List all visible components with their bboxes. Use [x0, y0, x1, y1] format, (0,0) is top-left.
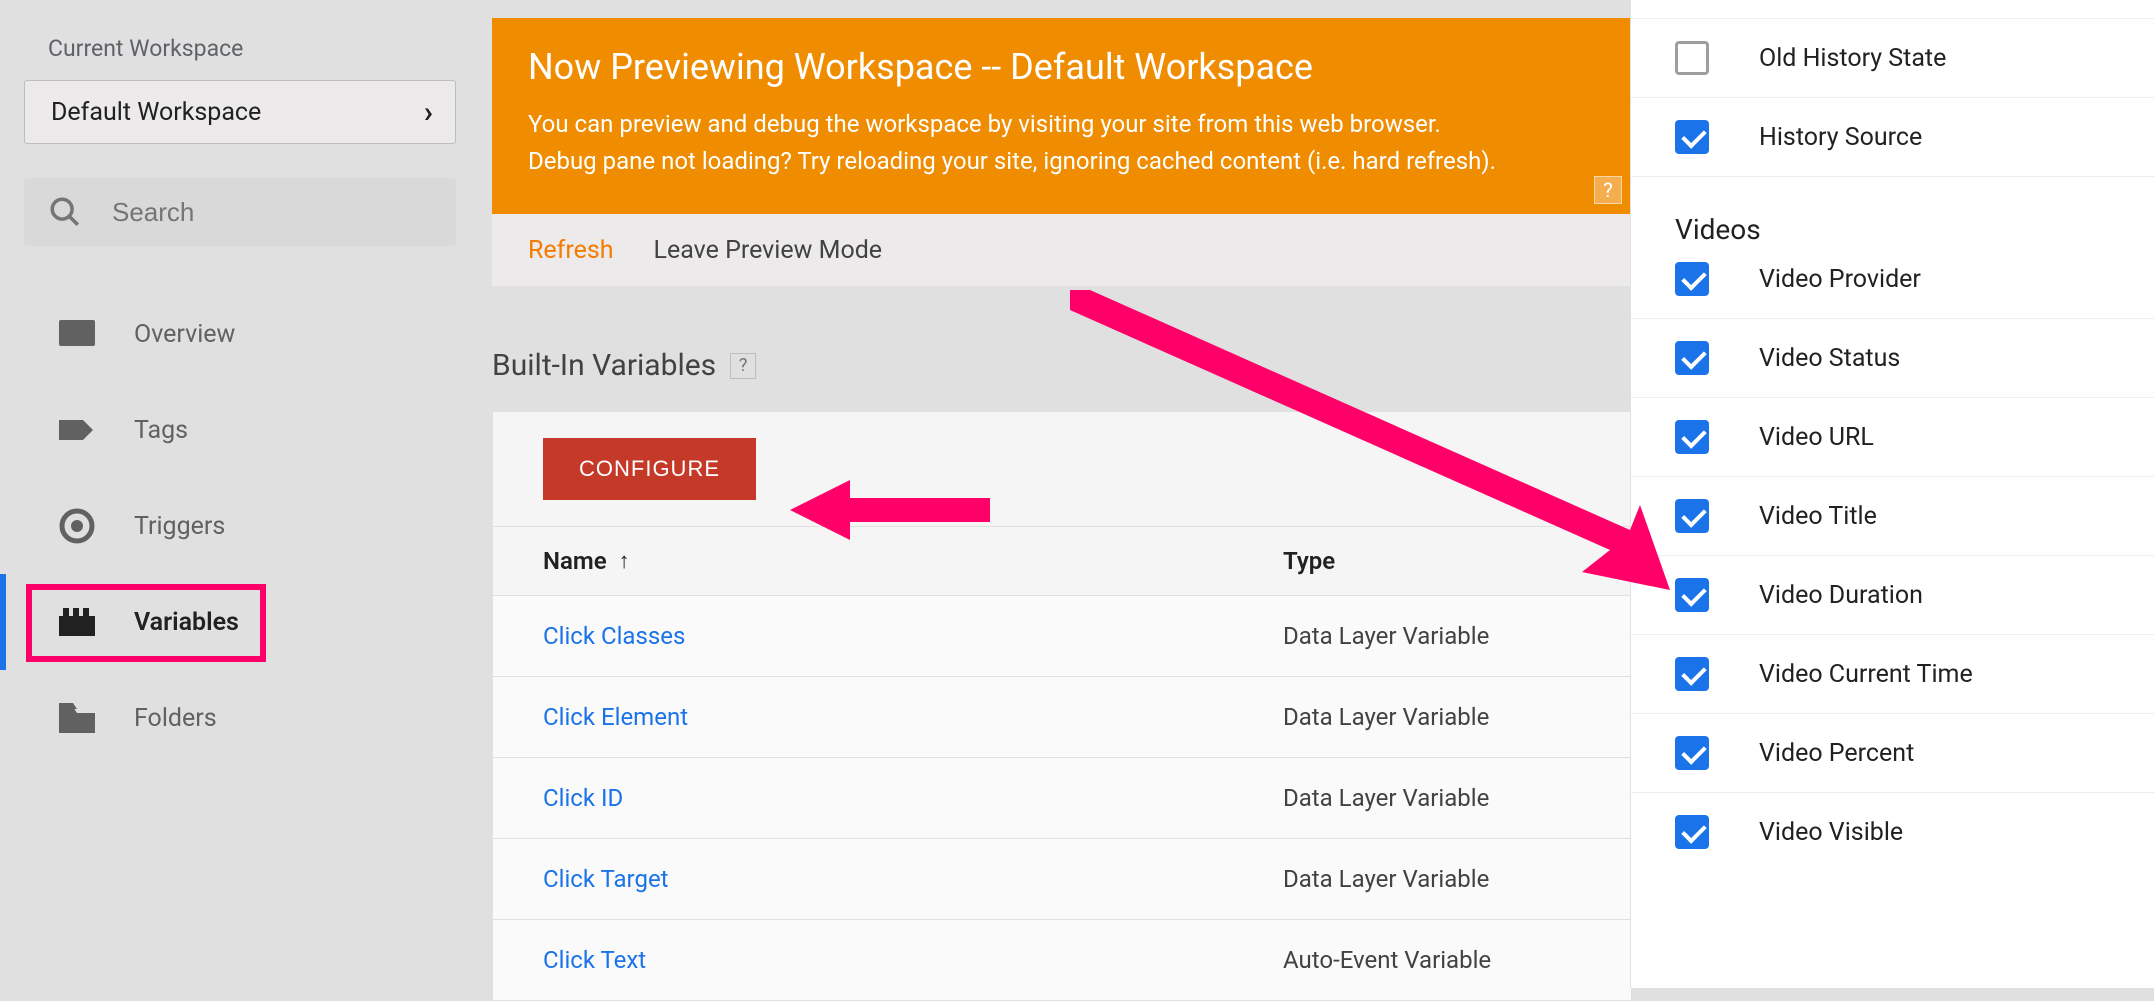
checkbox-label: Video URL [1759, 423, 1874, 452]
checkbox-icon[interactable] [1675, 499, 1709, 533]
variables-card: CONFIGURE Name ↑ Type Click Classes Data… [492, 411, 1632, 1001]
nav: Overview Tags Triggers Variables Fold [0, 286, 460, 766]
checkbox-label: Video Percent [1759, 739, 1914, 768]
table-row[interactable]: Click Classes Data Layer Variable [493, 596, 1631, 677]
column-name-header[interactable]: Name ↑ [543, 547, 1283, 575]
nav-label: Overview [134, 320, 235, 349]
checkbox-row[interactable]: Video Provider [1631, 262, 2154, 319]
folders-icon [56, 697, 98, 739]
checkbox-row[interactable]: Video Percent [1631, 714, 2154, 793]
checkbox-icon[interactable] [1675, 578, 1709, 612]
nav-label: Triggers [134, 512, 225, 541]
variable-type: Data Layer Variable [1283, 622, 1489, 650]
nav-triggers[interactable]: Triggers [0, 478, 460, 574]
variable-type: Data Layer Variable [1283, 784, 1489, 812]
search-input[interactable] [112, 197, 432, 228]
checkbox-row[interactable]: Old History State [1631, 19, 2154, 98]
checkbox-row[interactable]: Video Status [1631, 319, 2154, 398]
checkbox-row[interactable]: Video URL [1631, 398, 2154, 477]
search-box[interactable] [24, 178, 456, 246]
main-content: Now Previewing Workspace -- Default Work… [492, 0, 1632, 1001]
checkbox-label: Video Duration [1759, 581, 1923, 610]
banner-line1: You can preview and debug the workspace … [528, 110, 1441, 138]
column-type-header[interactable]: Type [1283, 547, 1335, 575]
leave-preview-link[interactable]: Leave Preview Mode [654, 236, 883, 265]
table-row[interactable]: Click Target Data Layer Variable [493, 839, 1631, 920]
overview-icon [56, 313, 98, 355]
checkbox-label: Video Visible [1759, 818, 1903, 847]
checkbox-icon[interactable] [1675, 815, 1709, 849]
checkbox-row[interactable]: Video Title [1631, 477, 2154, 556]
configure-panel: New History State Old History State Hist… [1630, 0, 2154, 988]
help-icon[interactable]: ? [730, 353, 756, 379]
tags-icon [56, 409, 98, 451]
section-title: Built-In Variables ? [492, 348, 1632, 383]
table-row[interactable]: Click ID Data Layer Variable [493, 758, 1631, 839]
workspace-selector[interactable]: Default Workspace › [24, 80, 456, 144]
variable-name-link[interactable]: Click Classes [543, 622, 1283, 650]
checkbox-icon[interactable] [1675, 420, 1709, 454]
variables-icon [56, 601, 98, 643]
section-title-text: Built-In Variables [492, 348, 716, 383]
variable-name-link[interactable]: Click ID [543, 784, 1283, 812]
checkbox-label: Video Title [1759, 502, 1877, 531]
column-name-label: Name [543, 547, 607, 575]
checkbox-row[interactable]: Video Visible [1631, 793, 2154, 871]
search-icon [48, 195, 82, 229]
checkbox-icon[interactable] [1675, 341, 1709, 375]
nav-label: Tags [134, 416, 188, 445]
triggers-icon [56, 505, 98, 547]
workspace-label: Current Workspace [48, 35, 462, 62]
nav-label: Variables [134, 608, 239, 637]
help-icon[interactable]: ? [1594, 176, 1622, 204]
checkbox-icon[interactable] [1675, 736, 1709, 770]
checkbox-row[interactable]: Video Duration [1631, 556, 2154, 635]
configure-row: CONFIGURE [493, 412, 1631, 527]
checkbox-icon[interactable] [1675, 41, 1709, 75]
workspace-name: Default Workspace [51, 98, 261, 127]
preview-banner: Now Previewing Workspace -- Default Work… [492, 18, 1632, 214]
checkbox-label: Old History State [1759, 44, 1946, 73]
checkbox-row[interactable]: New History State [1631, 0, 2154, 19]
chevron-right-icon: › [424, 95, 433, 130]
checkbox-label: Video Status [1759, 344, 1900, 373]
sidebar: Current Workspace Default Workspace › Ov… [0, 0, 480, 988]
variable-name-link[interactable]: Click Element [543, 703, 1283, 731]
checkbox-icon[interactable] [1675, 657, 1709, 691]
configure-button[interactable]: CONFIGURE [543, 438, 756, 500]
refresh-link[interactable]: Refresh [528, 236, 614, 265]
variable-type: Data Layer Variable [1283, 703, 1489, 731]
nav-tags[interactable]: Tags [0, 382, 460, 478]
table-row[interactable]: Click Element Data Layer Variable [493, 677, 1631, 758]
variable-name-link[interactable]: Click Text [543, 946, 1283, 974]
nav-variables[interactable]: Variables [0, 574, 460, 670]
checkbox-label: History Source [1759, 123, 1922, 152]
checkbox-icon[interactable] [1675, 120, 1709, 154]
nav-folders[interactable]: Folders [0, 670, 460, 766]
checkbox-icon[interactable] [1675, 262, 1709, 296]
nav-overview[interactable]: Overview [0, 286, 460, 382]
nav-label: Folders [134, 704, 217, 733]
variable-name-link[interactable]: Click Target [543, 865, 1283, 893]
table-header: Name ↑ Type [493, 527, 1631, 596]
checkbox-label: Video Provider [1759, 265, 1921, 294]
preview-bar: Refresh Leave Preview Mode [492, 214, 1632, 286]
checkbox-row[interactable]: Video Current Time [1631, 635, 2154, 714]
banner-line2: Debug pane not loading? Try reloading yo… [528, 147, 1496, 175]
banner-title: Now Previewing Workspace -- Default Work… [528, 46, 1596, 88]
group-title-videos: Videos [1631, 177, 2154, 262]
variable-type: Data Layer Variable [1283, 865, 1489, 893]
sort-ascending-icon: ↑ [619, 548, 630, 574]
variable-type: Auto-Event Variable [1283, 946, 1491, 974]
table-row[interactable]: Click Text Auto-Event Variable [493, 920, 1631, 1000]
checkbox-row[interactable]: History Source [1631, 98, 2154, 177]
checkbox-label: Video Current Time [1759, 660, 1973, 689]
